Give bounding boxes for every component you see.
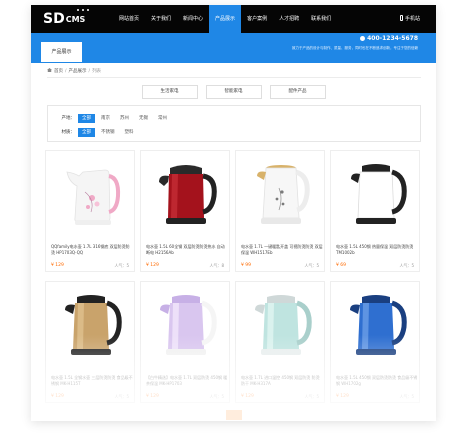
nav-item-cases[interactable]: 客户案例 xyxy=(241,5,273,33)
product-image[interactable] xyxy=(332,152,420,232)
product-name[interactable]: 电水壶 1.5L 全钢水壶 三层防烫防烫 食品级不锈钢 MK-H115T xyxy=(51,375,133,387)
product-image[interactable] xyxy=(237,283,325,363)
nav-item-jobs[interactable]: 人才招聘 xyxy=(273,5,305,33)
category-living[interactable]: 生活家电 xyxy=(141,85,198,99)
filter-material-all[interactable]: 全部 xyxy=(78,127,95,137)
product-price: ¥ 129 xyxy=(51,263,64,268)
product-views: 人气：5 xyxy=(114,394,129,399)
product-card[interactable]: 电水壶 1.5L 450钢 热量保温 双层防烫防烫 TM1002b ¥ 69 人… xyxy=(330,150,420,272)
filter-material-label: 材质： xyxy=(61,130,76,135)
product-image[interactable] xyxy=(237,152,325,232)
nav-item-about[interactable]: 关于我们 xyxy=(145,5,177,33)
logo-dots xyxy=(77,9,91,12)
product-name[interactable]: 电水壶 1.7L 进口温控 450钢 双层防烫 防烫防干 MK-H317A xyxy=(241,375,323,387)
product-card[interactable]: 电水壶 1.7L 一键暖匙开盖 可视防烫防烫 双层保温 WH1517Eb ¥ 9… xyxy=(235,150,325,272)
mobile-phone-icon xyxy=(399,15,403,21)
filter-material-plastic[interactable]: 塑料 xyxy=(121,128,138,137)
product-name[interactable]: 电水壶 1.5L 450钢 双层防烫防烫 食品级不锈钢 WH1702g xyxy=(336,375,418,387)
filter-row-origin: 产地： 全部 南京 苏州 无锡 常州 xyxy=(54,113,173,123)
top-nav-bar: SDCMS 网站首页 关于我们 新闻中心 产品展示 客户案例 人才招聘 联系我们… xyxy=(31,5,436,33)
breadcrumb: 首页 / 产品展示 / 列表 xyxy=(47,68,101,74)
product-views: 人气：8 xyxy=(209,263,224,268)
product-price: ¥ 129 xyxy=(146,263,159,268)
phone-icon xyxy=(360,36,366,41)
product-card[interactable]: 电水壶 1.5L 450钢 双层防烫防烫 食品级不锈钢 WH1702g ¥ 12… xyxy=(330,281,420,403)
product-name[interactable]: QQfamily电水壶 1.7L 316钢底 双层防烫防烫 HP1703Q-QQ xyxy=(51,244,133,256)
nav-item-contact[interactable]: 联系我们 xyxy=(305,5,337,33)
main-nav: 网站首页 关于我们 新闻中心 产品展示 客户案例 人才招聘 联系我们 xyxy=(113,5,337,33)
product-name[interactable]: 电水壶 1.5L 450钢 热量保温 双层防烫防烫 TM1002b xyxy=(336,244,418,256)
hotline-note: 致力于产品的设计与制作、质量、服务，同时也在不断追求创新，专注于您的信赖 xyxy=(292,46,418,50)
product-card[interactable]: 电水壶 1.7L 进口温控 450钢 双层防烫 防烫防干 MK-H317A ¥ … xyxy=(235,281,325,403)
filter-origin-changzhou[interactable]: 常州 xyxy=(154,114,171,123)
product-price: ¥ 129 xyxy=(51,394,64,399)
product-card[interactable]: 【白牛精选】电水壶 1.7L 双层防烫 450钢 暖茶保温 MK-HP1703 … xyxy=(140,281,230,403)
mobile-site-link[interactable]: 手机站 xyxy=(399,5,420,33)
product-views: 人气：5 xyxy=(304,263,319,268)
filter-origin-nanjing[interactable]: 南京 xyxy=(97,114,114,123)
product-image[interactable] xyxy=(47,283,135,363)
product-name[interactable]: 电水壶 1.5L 60全钢 双层防烫防烫热水 自动断电 H2156Ab xyxy=(146,244,228,256)
tab-products[interactable]: 产品展示 xyxy=(41,42,82,62)
filter-origin-wuxi[interactable]: 无锡 xyxy=(135,114,152,123)
product-image[interactable] xyxy=(332,283,420,363)
pagination-hint[interactable] xyxy=(226,410,242,420)
category-accessories[interactable]: 配件产品 xyxy=(269,85,326,99)
product-card[interactable]: 电水壶 1.5L 全钢水壶 三层防烫防烫 食品级不锈钢 MK-H115T ¥ 1… xyxy=(45,281,135,403)
product-name[interactable]: 电水壶 1.7L 一键暖匙开盖 可视防烫防烫 双层保温 WH1517Eb xyxy=(241,244,323,256)
product-price: ¥ 129 xyxy=(146,394,159,399)
category-smart[interactable]: 智能家电 xyxy=(205,85,262,99)
breadcrumb-home[interactable]: 首页 xyxy=(54,69,63,74)
category-tabs: 生活家电 智能家电 配件产品 xyxy=(31,85,436,99)
product-image[interactable] xyxy=(142,152,230,232)
product-image[interactable] xyxy=(142,283,230,363)
filter-row-material: 材质： 全部 不锈钢 塑料 xyxy=(54,127,140,137)
filter-material-steel[interactable]: 不锈钢 xyxy=(97,128,119,137)
product-price: ¥ 69 xyxy=(336,263,347,268)
product-price: ¥ 129 xyxy=(336,394,349,399)
nav-item-news[interactable]: 新闻中心 xyxy=(177,5,209,33)
hotline: 400-1234-5678 xyxy=(360,35,418,42)
home-icon xyxy=(47,68,52,72)
product-price: ¥ 99 xyxy=(241,263,252,268)
product-name[interactable]: 【白牛精选】电水壶 1.7L 双层防烫 450钢 暖茶保温 MK-HP1703 xyxy=(146,375,228,387)
product-card[interactable]: QQfamily电水壶 1.7L 316钢底 双层防烫防烫 HP1703Q-QQ… xyxy=(45,150,135,272)
product-views: 人气：5 xyxy=(114,263,129,268)
breadcrumb-current: 列表 xyxy=(92,69,102,74)
product-views: 人气：5 xyxy=(399,263,414,268)
nav-item-home[interactable]: 网站首页 xyxy=(113,5,145,33)
product-views: 人气：5 xyxy=(209,394,224,399)
breadcrumb-section[interactable]: 产品展示 xyxy=(69,69,87,74)
filter-origin-label: 产地： xyxy=(61,116,76,121)
browser-frame: SDCMS 网站首页 关于我们 新闻中心 产品展示 客户案例 人才招聘 联系我们… xyxy=(31,5,436,421)
product-views: 人气：5 xyxy=(399,394,414,399)
site-logo[interactable]: SDCMS xyxy=(43,8,89,32)
product-card[interactable]: 电水壶 1.5L 60全钢 双层防烫防烫热水 自动断电 H2156Ab ¥ 12… xyxy=(140,150,230,272)
product-image[interactable] xyxy=(47,152,135,232)
filter-origin-suzhou[interactable]: 苏州 xyxy=(116,114,133,123)
filter-panel: 产地： 全部 南京 苏州 无锡 常州 材质： 全部 不锈钢 塑料 xyxy=(47,105,421,142)
filter-origin-all[interactable]: 全部 xyxy=(78,113,95,123)
product-price: ¥ 129 xyxy=(241,394,254,399)
divider xyxy=(47,77,421,78)
nav-item-products[interactable]: 产品展示 xyxy=(209,5,242,33)
product-views: 人气：5 xyxy=(304,394,319,399)
